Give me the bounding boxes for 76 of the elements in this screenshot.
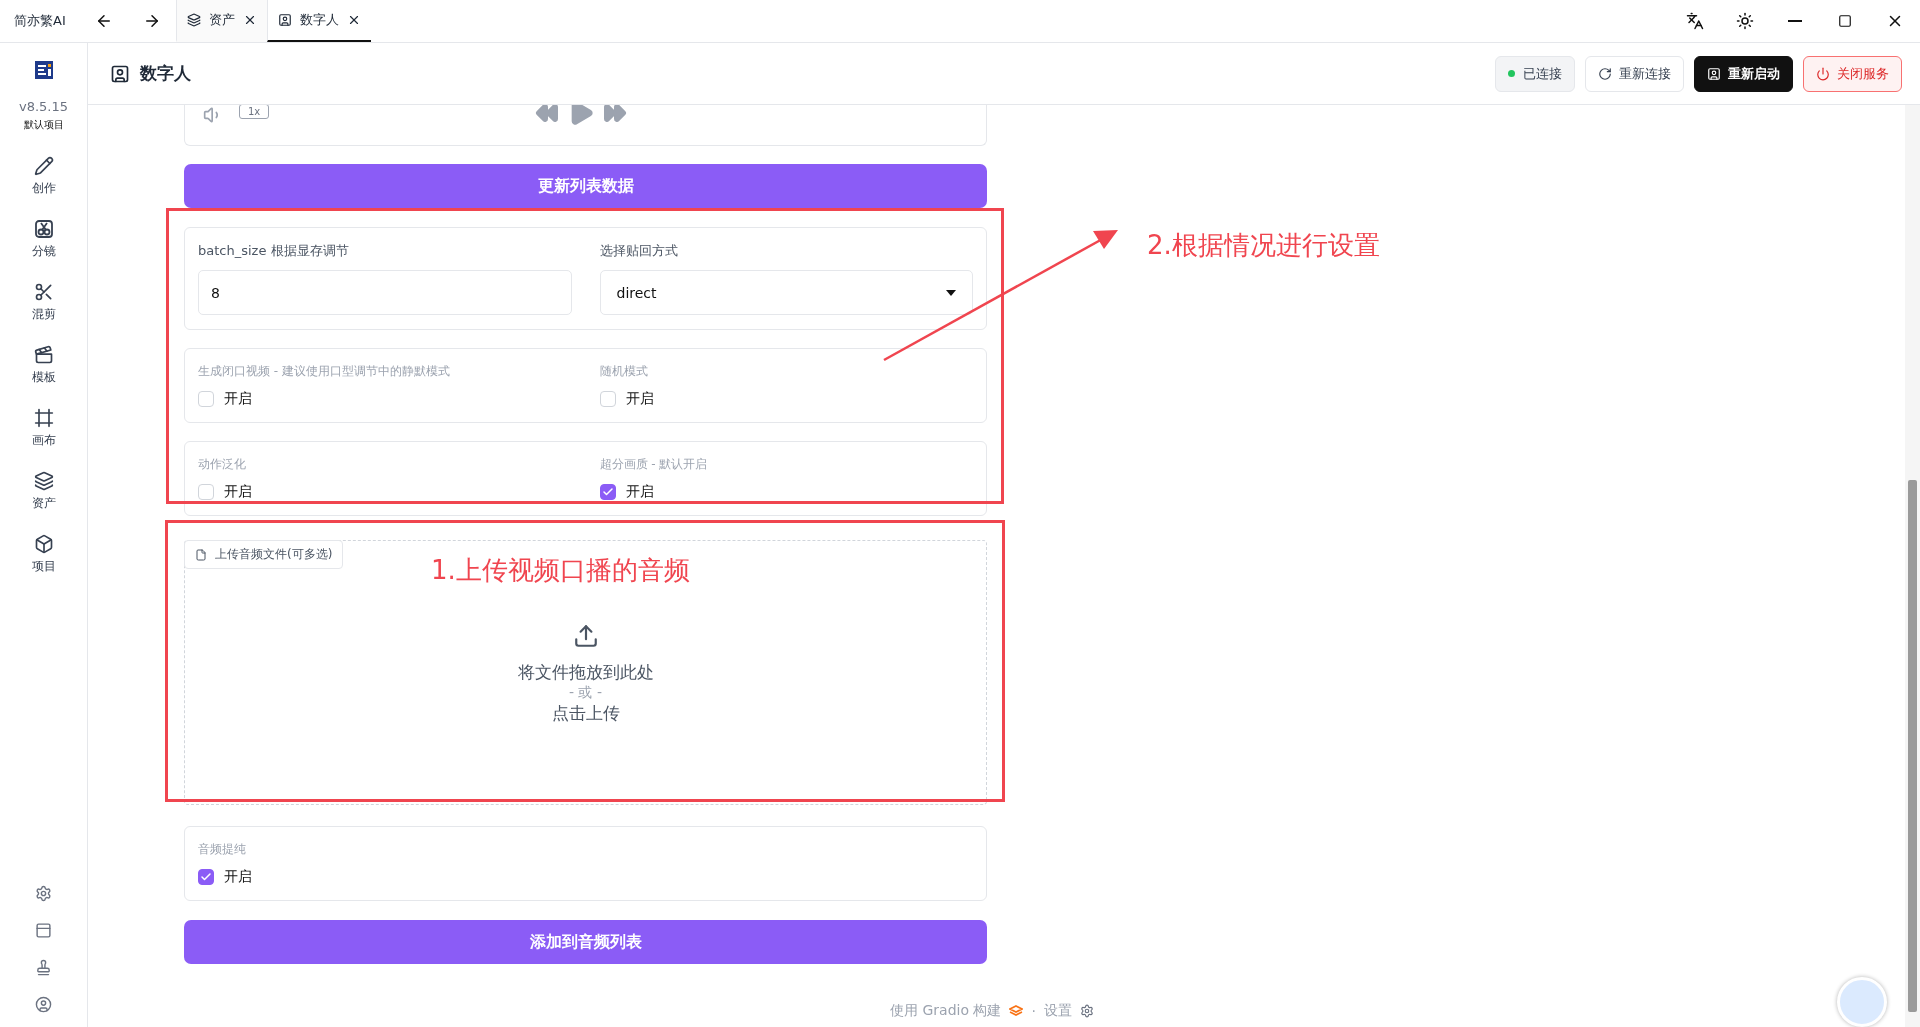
- sidebar-icon: [33, 156, 54, 176]
- caret-icon: [946, 289, 956, 296]
- scrollbar[interactable]: [1905, 105, 1920, 1027]
- page-title: 数字人: [140, 62, 191, 85]
- sidebar-item[interactable]: 创作: [31, 156, 56, 219]
- field-label: 音频提纯: [198, 841, 247, 858]
- checkbox-label: 开启: [625, 390, 654, 408]
- sidebar-icon: [33, 534, 54, 554]
- status-badge: 已连接: [1495, 55, 1575, 92]
- checkbox[interactable]: [198, 869, 214, 885]
- sidebar-icon: [33, 408, 54, 428]
- annotation-text: 2.根据情况进行设置: [1147, 229, 1380, 262]
- sidebar-item[interactable]: 混剪: [31, 282, 56, 345]
- upload-label: 上传音频文件(可多选): [184, 540, 344, 569]
- user-card-icon: [277, 13, 292, 27]
- settings-icon[interactable]: [35, 885, 52, 902]
- drop-text: 将文件拖放到此处: [517, 661, 654, 684]
- update-list-button[interactable]: 更新列表数据: [184, 164, 987, 208]
- version-text: v8.5.15: [18, 99, 68, 114]
- power-icon: [1816, 66, 1830, 81]
- check-icon: [200, 871, 212, 883]
- checkbox-label: 开启: [224, 868, 252, 886]
- sidebar-item[interactable]: 模板: [31, 345, 56, 408]
- click-upload-text: 点击上传: [551, 702, 620, 725]
- select-field[interactable]: direct: [599, 270, 973, 315]
- field-label: 动作泛化: [198, 456, 247, 473]
- minimize-icon: [1788, 20, 1802, 22]
- panel-icon[interactable]: [35, 922, 52, 939]
- checkbox-label: 开启: [625, 483, 654, 501]
- checkbox-label: 开启: [224, 483, 252, 501]
- tab[interactable]: 数字人: [266, 0, 371, 42]
- checkbox[interactable]: [599, 484, 616, 500]
- user-card-icon: [110, 63, 130, 84]
- annotation-text: 1.上传视频口播的音频: [431, 554, 690, 587]
- user-card-icon: [1707, 66, 1721, 81]
- maximize-icon: [1838, 14, 1852, 28]
- project-name: 默认项目: [23, 118, 64, 132]
- speed-badge[interactable]: 1x: [239, 105, 270, 119]
- sidebar-icon: [33, 282, 54, 302]
- header-button[interactable]: 关闭服务: [1803, 55, 1902, 92]
- file-icon: [195, 548, 207, 561]
- refresh-icon: [1598, 66, 1612, 81]
- field-label: 生成闭口视频 - 建议使用口型调节中的静默模式: [198, 363, 451, 380]
- sidebar-icon: [33, 345, 54, 365]
- layers-icon: [186, 13, 201, 27]
- checkbox-label: 开启: [224, 390, 252, 408]
- add-to-list-button[interactable]: 添加到音频列表: [184, 920, 987, 964]
- header-button[interactable]: 重新连接: [1585, 55, 1684, 92]
- stamp-icon[interactable]: [35, 959, 52, 976]
- settings-icon[interactable]: [1079, 1004, 1094, 1018]
- translate-icon: [1686, 12, 1704, 30]
- footer-text: 使用 Gradio 构建: [890, 1002, 1002, 1020]
- frame-scissors-icon: [33, 219, 54, 239]
- upload-icon: [572, 623, 599, 649]
- field-label: 超分画质 - 默认开启: [599, 456, 709, 473]
- rewind-icon[interactable]: [535, 105, 559, 125]
- app-logo-icon: [34, 61, 53, 79]
- sidebar-item[interactable]: 分镜: [31, 219, 56, 282]
- field-label: 随机模式: [599, 363, 649, 380]
- user-icon[interactable]: [35, 996, 52, 1013]
- layers-logo-icon: [1009, 1005, 1024, 1017]
- header-button[interactable]: 重新启动: [1694, 55, 1793, 92]
- sun-icon: [1736, 12, 1754, 30]
- sidebar-icon: [33, 471, 54, 491]
- footer-separator: ·: [1031, 1003, 1036, 1019]
- sidebar-item[interactable]: 画布: [31, 408, 56, 471]
- field-label: batch_size 根据显存调节: [198, 242, 350, 260]
- check-icon: [601, 486, 614, 498]
- sidebar-item[interactable]: 资产: [31, 471, 56, 534]
- tab[interactable]: 资产: [175, 0, 267, 42]
- app-name: 简亦繁AI: [13, 12, 67, 30]
- or-text: - 或 -: [569, 684, 602, 702]
- sidebar-item[interactable]: 项目: [31, 534, 56, 597]
- field-label: 选择贴回方式: [599, 242, 679, 260]
- fast-forward-icon[interactable]: [603, 105, 627, 125]
- input-field[interactable]: 8: [198, 270, 572, 315]
